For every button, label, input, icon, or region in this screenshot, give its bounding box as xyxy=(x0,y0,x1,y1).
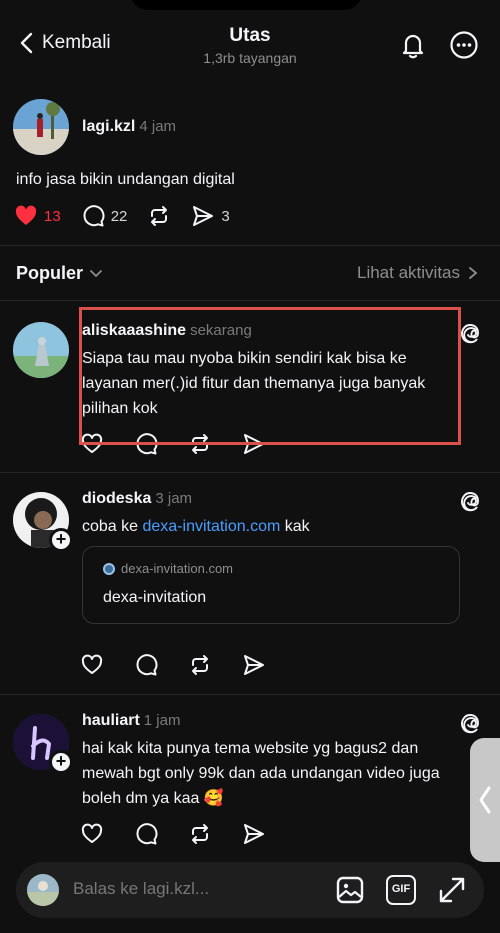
threads-icon[interactable] xyxy=(458,322,482,346)
heart-icon[interactable] xyxy=(80,432,104,456)
timestamp: sekarang xyxy=(190,322,252,339)
expand-icon[interactable] xyxy=(437,875,467,905)
repost-icon[interactable] xyxy=(188,822,212,846)
username[interactable]: diodeska xyxy=(82,490,151,507)
timestamp: 4 jam xyxy=(139,118,177,135)
reply-text-suffix: kak xyxy=(280,518,310,535)
reply-text: Siapa tau mau nyoba bikin sendiri kak bi… xyxy=(82,350,426,417)
threads-icon[interactable] xyxy=(458,490,482,514)
share-button[interactable]: 3 xyxy=(191,204,230,228)
comment-icon xyxy=(83,205,105,227)
send-icon[interactable] xyxy=(242,822,266,846)
device-notch xyxy=(130,0,362,10)
link-preview-card[interactable]: dexa-invitation.com dexa-invitation xyxy=(82,546,460,624)
back-button[interactable]: Kembali xyxy=(18,32,111,54)
avatar[interactable] xyxy=(13,99,69,155)
comment-icon[interactable] xyxy=(134,653,158,677)
avatar-photo xyxy=(27,874,59,906)
threads-icon[interactable] xyxy=(458,712,482,736)
heart-icon[interactable] xyxy=(80,822,104,846)
chevron-right-icon xyxy=(469,267,478,279)
reply-text: coba ke dexa-invitation.com kak xyxy=(82,514,462,539)
reply-input[interactable]: Balas ke lagi.kzl... xyxy=(73,879,209,899)
reply-actions xyxy=(80,653,266,677)
reply-actions xyxy=(80,822,266,846)
reply-meta: hauliart 1 jam xyxy=(82,712,180,730)
avatar xyxy=(27,874,59,906)
comment-icon[interactable] xyxy=(134,822,158,846)
heart-filled-icon xyxy=(15,205,37,225)
post-meta: lagi.kzl 4 jam xyxy=(82,118,176,136)
favicon-icon xyxy=(103,562,115,575)
repost-icon[interactable] xyxy=(188,432,212,456)
reply-compose-bar[interactable]: Balas ke lagi.kzl... GIF xyxy=(16,862,484,918)
inline-link[interactable]: dexa-invitation.com xyxy=(142,518,280,535)
send-icon[interactable] xyxy=(242,653,266,677)
share-count: 3 xyxy=(221,207,230,225)
card-title: dexa-invitation xyxy=(103,589,207,606)
chevron-down-icon xyxy=(90,269,102,277)
reply-button[interactable]: 22 xyxy=(81,204,128,228)
heart-icon[interactable] xyxy=(80,653,104,677)
card-domain-text: dexa-invitation.com xyxy=(121,561,233,576)
like-button[interactable]: 13 xyxy=(14,204,61,228)
timestamp: 1 jam xyxy=(143,712,181,729)
back-label: Kembali xyxy=(42,32,111,53)
divider xyxy=(0,694,500,695)
bell-icon[interactable] xyxy=(398,30,428,60)
avatar-photo xyxy=(13,322,69,378)
username[interactable]: lagi.kzl xyxy=(82,118,135,135)
send-icon xyxy=(193,206,214,226)
reply-text-prefix: coba ke xyxy=(82,518,143,535)
sort-label: Populer xyxy=(16,263,84,283)
gif-button[interactable]: GIF xyxy=(386,875,416,905)
chevron-left-icon xyxy=(479,786,491,814)
divider xyxy=(0,472,500,473)
image-icon[interactable] xyxy=(335,875,365,905)
view-activity-link[interactable]: Lihat aktivitas xyxy=(357,263,478,283)
username[interactable]: hauliart xyxy=(82,712,140,729)
reply-meta: diodeska 3 jam xyxy=(82,490,192,508)
follow-plus-button[interactable]: + xyxy=(49,750,73,774)
sort-row: Populer Lihat aktivitas xyxy=(0,260,500,290)
follow-plus-button[interactable]: + xyxy=(49,528,73,552)
repost-icon xyxy=(151,206,168,226)
divider xyxy=(0,300,500,301)
comment-icon[interactable] xyxy=(134,432,158,456)
card-domain: dexa-invitation.com xyxy=(103,561,233,576)
username[interactable]: aliskaaashine xyxy=(82,322,186,339)
timestamp: 3 jam xyxy=(155,490,193,507)
more-options-icon[interactable] xyxy=(449,30,479,60)
reply-actions xyxy=(80,432,266,456)
reply-meta: aliskaaashine sekarang xyxy=(82,322,252,340)
chevron-left-icon xyxy=(20,32,33,54)
post-text: info jasa bikin undangan digital xyxy=(16,171,235,188)
send-icon[interactable] xyxy=(242,432,266,456)
post-actions: 13 22 3 xyxy=(14,204,250,228)
avatar-photo xyxy=(13,99,69,155)
sort-dropdown[interactable]: Populer xyxy=(16,263,103,284)
like-count: 13 xyxy=(44,207,61,225)
activity-label: Lihat aktivitas xyxy=(357,263,460,282)
reply-count: 22 xyxy=(110,207,128,225)
divider xyxy=(0,245,500,246)
top-bar: Kembali Utas 1,3rb tayangan xyxy=(0,20,500,80)
repost-icon[interactable] xyxy=(188,653,212,677)
side-drawer-handle[interactable] xyxy=(470,738,500,862)
repost-button[interactable] xyxy=(147,204,171,228)
reply-text: hai kak kita punya tema website yg bagus… xyxy=(82,740,440,807)
avatar[interactable] xyxy=(13,322,69,378)
